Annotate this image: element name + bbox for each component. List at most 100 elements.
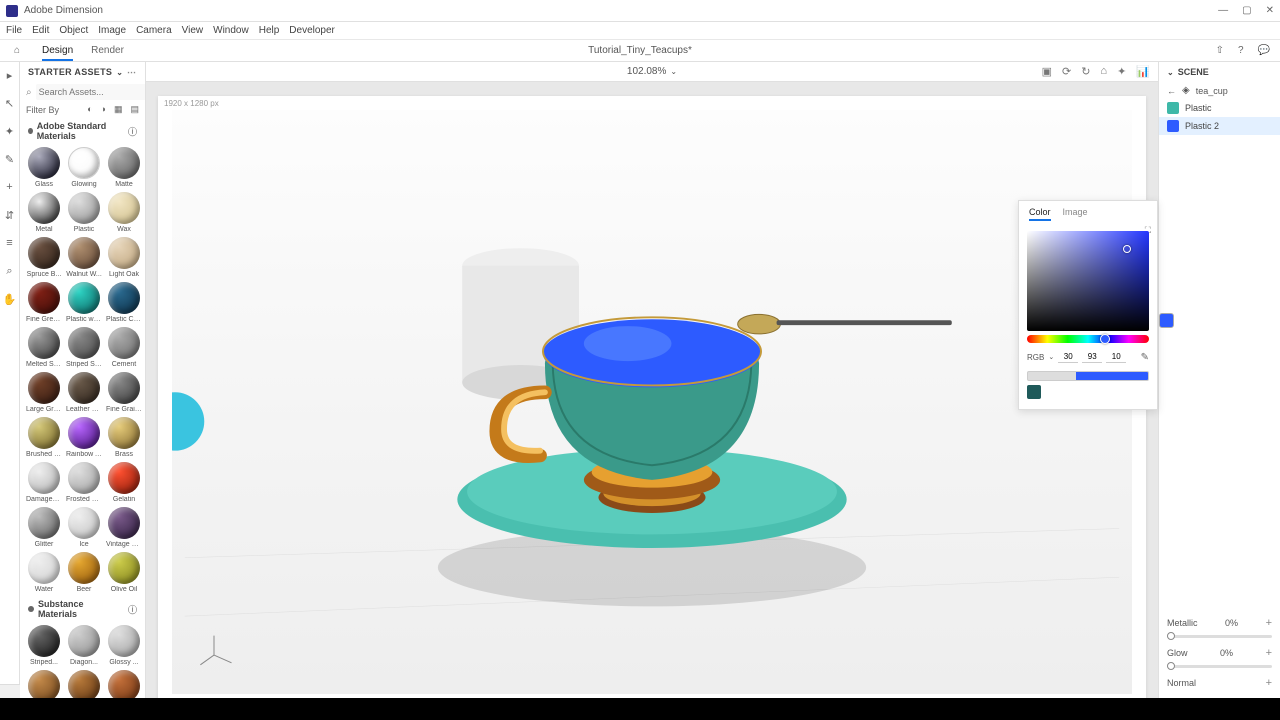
filter-icon-4[interactable]: ▤ xyxy=(130,104,139,115)
menu-file[interactable]: File xyxy=(6,25,22,36)
material-item[interactable]: Metal xyxy=(26,192,62,233)
menu-view[interactable]: View xyxy=(182,25,204,36)
previous-color-swatch[interactable] xyxy=(1027,385,1041,399)
alpha-slider[interactable] xyxy=(1027,371,1149,381)
vp-icon-3[interactable]: ↻ xyxy=(1081,65,1090,78)
material-item[interactable]: Gelatin xyxy=(106,462,142,503)
filter-icon-3[interactable]: ▦ xyxy=(114,104,123,115)
material-item[interactable]: Vintage Gl... xyxy=(106,507,142,548)
select-tool[interactable]: ▸ xyxy=(3,68,17,82)
menu-developer[interactable]: Developer xyxy=(289,25,335,36)
menu-image[interactable]: Image xyxy=(98,25,126,36)
metallic-slider[interactable] xyxy=(1167,635,1272,638)
substance-materials-section[interactable]: Substance Materials ⓘ xyxy=(20,595,145,623)
scene-item-plastic2[interactable]: Plastic 2 xyxy=(1159,117,1280,135)
material-item[interactable]: Diagon... xyxy=(66,625,102,666)
mode-render[interactable]: Render xyxy=(91,45,124,56)
vp-icon-6[interactable]: 📊 xyxy=(1136,65,1150,78)
share-icon[interactable]: ⇧ xyxy=(1216,45,1224,56)
info-icon[interactable]: ⓘ xyxy=(128,125,137,138)
info-icon[interactable]: ⓘ xyxy=(128,603,137,616)
wand-tool[interactable]: ✦ xyxy=(3,124,17,138)
filter-icon-2[interactable]: ◑ xyxy=(101,104,106,115)
color-mode[interactable]: RGB xyxy=(1027,353,1044,362)
add-icon[interactable]: + xyxy=(1266,647,1272,659)
material-item[interactable]: Rainbow A... xyxy=(66,417,102,458)
vp-icon-2[interactable]: ⟳ xyxy=(1062,65,1071,78)
more-icon[interactable]: ⋯ xyxy=(127,67,137,78)
saturation-value-box[interactable] xyxy=(1027,231,1149,331)
material-item[interactable]: Olive Oil xyxy=(106,552,142,593)
material-item[interactable]: Melted Sn... xyxy=(26,327,62,368)
chevron-down-icon[interactable]: ⌄ xyxy=(1048,353,1054,361)
color-tab[interactable]: Color xyxy=(1029,207,1051,221)
material-item[interactable]: Walnut W... xyxy=(66,237,102,278)
hue-slider[interactable] xyxy=(1027,335,1149,343)
scene-item-plastic[interactable]: Plastic xyxy=(1159,99,1280,117)
hand-tool[interactable]: ✋ xyxy=(3,292,17,306)
material-item[interactable]: Spruce B... xyxy=(26,237,62,278)
menu-edit[interactable]: Edit xyxy=(32,25,49,36)
vp-icon-1[interactable]: ▣ xyxy=(1042,65,1052,78)
material-item[interactable]: Brass xyxy=(106,417,142,458)
vp-icon-5[interactable]: ✦ xyxy=(1117,65,1126,78)
material-item[interactable]: Frosted Gl... xyxy=(66,462,102,503)
hue-cursor[interactable] xyxy=(1100,334,1110,344)
scene-nav[interactable]: ← ◈ tea_cup xyxy=(1159,82,1280,99)
material-item[interactable]: Striped Sto... xyxy=(66,327,102,368)
menu-camera[interactable]: Camera xyxy=(136,25,172,36)
add-icon[interactable]: + xyxy=(1266,677,1272,689)
eyedropper-icon[interactable]: ✎ xyxy=(1141,352,1149,363)
zoom-tool[interactable]: ⌕ xyxy=(3,264,17,278)
back-arrow-icon[interactable]: ← xyxy=(1167,86,1176,96)
material-item[interactable]: Glass xyxy=(26,147,62,188)
filter-icon-1[interactable]: ◐ xyxy=(87,104,92,115)
material-item[interactable]: Brushed Ir... xyxy=(26,417,62,458)
material-item[interactable]: Wax xyxy=(106,192,142,233)
maximize-button[interactable]: ▢ xyxy=(1242,5,1251,16)
material-item[interactable]: Light Oak xyxy=(106,237,142,278)
chevron-down-icon[interactable]: ⌄ xyxy=(670,67,677,76)
menu-window[interactable]: Window xyxy=(213,25,249,36)
zoom-value[interactable]: 102.08% xyxy=(627,66,666,77)
help-icon[interactable]: ? xyxy=(1238,45,1244,56)
chat-icon[interactable]: 💬 xyxy=(1258,45,1270,56)
material-item[interactable]: Ice xyxy=(66,507,102,548)
add-tool[interactable]: + xyxy=(3,180,17,194)
close-button[interactable]: ✕ xyxy=(1266,5,1274,16)
material-item[interactable]: Glossy ... xyxy=(106,625,142,666)
menu-help[interactable]: Help xyxy=(259,25,280,36)
sampler-tool[interactable]: ✎ xyxy=(3,152,17,166)
sv-cursor[interactable] xyxy=(1123,245,1131,253)
home-icon[interactable]: ⌂ xyxy=(10,44,24,58)
material-item[interactable]: Glowing xyxy=(66,147,102,188)
move-tool[interactable]: ↖ xyxy=(3,96,17,110)
image-tab[interactable]: Image xyxy=(1063,207,1088,221)
material-item[interactable]: Large Gric... xyxy=(26,372,62,413)
menu-object[interactable]: Object xyxy=(59,25,88,36)
measure-tool[interactable]: ⇵ xyxy=(3,208,17,222)
material-item[interactable]: Plastic xyxy=(66,192,102,233)
assets-header[interactable]: STARTER ASSETS ⌄ ⋯ xyxy=(20,62,145,82)
add-icon[interactable]: + xyxy=(1266,617,1272,629)
canvas[interactable]: 1920 x 1280 px xyxy=(158,96,1146,708)
r-input[interactable] xyxy=(1058,351,1078,363)
material-item[interactable]: Fine Grain... xyxy=(106,372,142,413)
material-item[interactable]: Plastic wit... xyxy=(66,282,102,323)
g-input[interactable] xyxy=(1082,351,1102,363)
material-item[interactable]: Plastic Can... xyxy=(106,282,142,323)
standard-materials-section[interactable]: Adobe Standard Materials ⓘ xyxy=(20,117,145,145)
material-item[interactable]: Damaged ... xyxy=(26,462,62,503)
vp-icon-4[interactable]: ⌂ xyxy=(1100,65,1107,78)
material-item[interactable]: Matte xyxy=(106,147,142,188)
search-input[interactable] xyxy=(36,84,146,100)
material-item[interactable]: Leather Gr... xyxy=(66,372,102,413)
minimize-button[interactable]: — xyxy=(1218,5,1228,16)
material-item[interactable]: Water xyxy=(26,552,62,593)
material-item[interactable]: Fine Green... xyxy=(26,282,62,323)
material-item[interactable]: Cement xyxy=(106,327,142,368)
material-item[interactable]: Glitter xyxy=(26,507,62,548)
glow-slider[interactable] xyxy=(1167,665,1272,668)
material-item[interactable]: Striped... xyxy=(26,625,62,666)
material-item[interactable]: Beer xyxy=(66,552,102,593)
